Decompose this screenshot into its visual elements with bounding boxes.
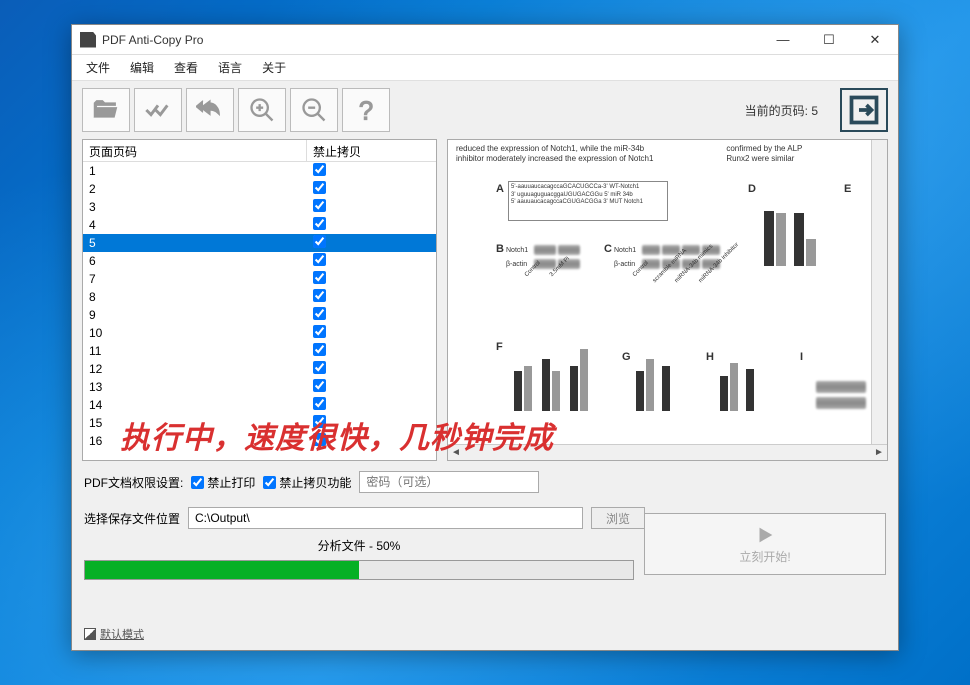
row-checkbox[interactable] bbox=[313, 307, 326, 320]
app-window: PDF Anti-Copy Pro — ☐ ✕ 文件 编辑 查看 语言 关于 ? bbox=[71, 24, 899, 651]
page-list: 页面页码 禁止拷贝 12345678910111213141516 bbox=[82, 139, 437, 461]
menu-edit[interactable]: 编辑 bbox=[120, 56, 164, 79]
row-checkbox[interactable] bbox=[313, 253, 326, 266]
table-row[interactable]: 12 bbox=[83, 360, 436, 378]
row-checkbox[interactable] bbox=[313, 433, 326, 446]
play-icon bbox=[754, 524, 776, 546]
zoom-in-icon bbox=[248, 96, 276, 124]
table-row[interactable]: 5 bbox=[83, 234, 436, 252]
table-row[interactable]: 2 bbox=[83, 180, 436, 198]
folder-open-icon bbox=[92, 96, 120, 124]
row-checkbox[interactable] bbox=[313, 271, 326, 284]
window-title: PDF Anti-Copy Pro bbox=[102, 33, 760, 47]
row-checkbox[interactable] bbox=[313, 289, 326, 302]
start-button[interactable]: 立刻开始! bbox=[644, 513, 886, 575]
menubar: 文件 编辑 查看 语言 关于 bbox=[72, 55, 898, 81]
menu-view[interactable]: 查看 bbox=[164, 56, 208, 79]
titlebar: PDF Anti-Copy Pro — ☐ ✕ bbox=[72, 25, 898, 55]
list-body[interactable]: 12345678910111213141516 bbox=[83, 162, 436, 460]
row-checkbox[interactable] bbox=[313, 199, 326, 212]
minimize-button[interactable]: — bbox=[760, 25, 806, 55]
column-header-nocopy[interactable]: 禁止拷贝 bbox=[307, 140, 436, 161]
pdf-preview[interactable]: reduced the expression of Notch1, while … bbox=[448, 140, 871, 444]
zoom-in-button[interactable] bbox=[238, 88, 286, 132]
row-checkbox[interactable] bbox=[313, 379, 326, 392]
open-button[interactable] bbox=[82, 88, 130, 132]
checkmarks-icon bbox=[144, 96, 172, 124]
row-checkbox[interactable] bbox=[313, 163, 326, 176]
column-header-page[interactable]: 页面页码 bbox=[83, 140, 307, 161]
table-row[interactable]: 4 bbox=[83, 216, 436, 234]
row-checkbox[interactable] bbox=[313, 235, 326, 248]
toolbar: ? 当前的页码: 5 bbox=[72, 81, 898, 139]
row-checkbox[interactable] bbox=[313, 181, 326, 194]
table-row[interactable]: 11 bbox=[83, 342, 436, 360]
menu-file[interactable]: 文件 bbox=[76, 56, 120, 79]
table-row[interactable]: 7 bbox=[83, 270, 436, 288]
zoom-out-icon bbox=[300, 96, 328, 124]
exit-button[interactable] bbox=[840, 88, 888, 132]
exit-icon bbox=[849, 95, 879, 125]
mode-icon bbox=[84, 628, 96, 640]
question-icon: ? bbox=[352, 96, 380, 124]
progress-bar bbox=[84, 560, 634, 580]
default-mode-link[interactable]: 默认模式 bbox=[84, 626, 144, 642]
vertical-scrollbar[interactable] bbox=[871, 140, 887, 444]
table-row[interactable]: 3 bbox=[83, 198, 436, 216]
row-checkbox[interactable] bbox=[313, 361, 326, 374]
table-row[interactable]: 9 bbox=[83, 306, 436, 324]
noprint-checkbox[interactable]: 禁止打印 bbox=[191, 474, 255, 491]
menu-about[interactable]: 关于 bbox=[252, 56, 296, 79]
analyze-text: 分析文件 - 50% bbox=[84, 537, 634, 554]
menu-language[interactable]: 语言 bbox=[208, 56, 252, 79]
table-row[interactable]: 16 bbox=[83, 432, 436, 450]
save-path-input[interactable] bbox=[188, 507, 583, 529]
maximize-button[interactable]: ☐ bbox=[806, 25, 852, 55]
undo-icon bbox=[196, 96, 224, 124]
app-icon bbox=[80, 32, 96, 48]
select-all-button[interactable] bbox=[134, 88, 182, 132]
row-checkbox[interactable] bbox=[313, 343, 326, 356]
row-checkbox[interactable] bbox=[313, 325, 326, 338]
table-row[interactable]: 6 bbox=[83, 252, 436, 270]
row-checkbox[interactable] bbox=[313, 217, 326, 230]
horizontal-scrollbar[interactable]: ◄ ► bbox=[448, 444, 887, 460]
browse-button[interactable]: 浏览 bbox=[591, 507, 645, 529]
password-input[interactable] bbox=[359, 471, 539, 493]
window-controls: — ☐ ✕ bbox=[760, 25, 898, 55]
row-checkbox[interactable] bbox=[313, 415, 326, 428]
table-row[interactable]: 8 bbox=[83, 288, 436, 306]
table-row[interactable]: 1 bbox=[83, 162, 436, 180]
preview-pane: reduced the expression of Notch1, while … bbox=[447, 139, 888, 461]
close-button[interactable]: ✕ bbox=[852, 25, 898, 55]
permission-label: PDF文档权限设置: bbox=[84, 474, 183, 491]
table-row[interactable]: 13 bbox=[83, 378, 436, 396]
table-row[interactable]: 10 bbox=[83, 324, 436, 342]
svg-text:?: ? bbox=[359, 97, 373, 124]
current-page-label: 当前的页码: 5 bbox=[745, 102, 818, 119]
nocopy-checkbox[interactable]: 禁止拷贝功能 bbox=[263, 474, 351, 491]
help-button[interactable]: ? bbox=[342, 88, 390, 132]
save-label: 选择保存文件位置 bbox=[84, 510, 180, 527]
table-row[interactable]: 14 bbox=[83, 396, 436, 414]
scroll-left-icon[interactable]: ◄ bbox=[448, 446, 464, 460]
undo-button[interactable] bbox=[186, 88, 234, 132]
scroll-right-icon[interactable]: ► bbox=[871, 446, 887, 460]
table-row[interactable]: 15 bbox=[83, 414, 436, 432]
permission-row: PDF文档权限设置: 禁止打印 禁止拷贝功能 bbox=[84, 471, 886, 493]
zoom-out-button[interactable] bbox=[290, 88, 338, 132]
row-checkbox[interactable] bbox=[313, 397, 326, 410]
